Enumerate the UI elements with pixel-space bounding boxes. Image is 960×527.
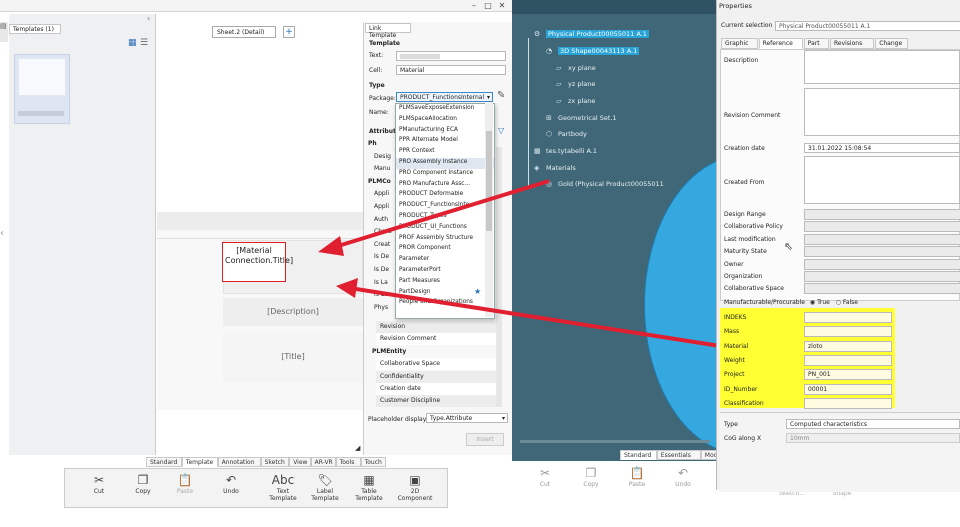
managed-attribute-row: Last modification <box>722 233 960 246</box>
custom-attribute-row: ID_Number 00001 <box>722 383 960 396</box>
created-from-field[interactable] <box>804 156 960 204</box>
arrow-material <box>337 179 550 248</box>
managed-attribute-row: Organization <box>722 271 960 283</box>
attribute-label: Last modification <box>724 235 776 243</box>
properties-tab[interactable]: Revisions <box>830 38 875 49</box>
current-selection-label: Current selection : <box>721 22 777 29</box>
properties-tabs: Graphic Reference Part Revisions Change <box>721 38 960 49</box>
creation-date-label: Creation date <box>724 145 765 152</box>
type-label: Type <box>724 421 738 428</box>
cog-label: CoG along X <box>724 435 762 442</box>
managed-attribute-row: Design Range <box>722 209 960 221</box>
attribute-value-redacted <box>804 233 960 245</box>
current-selection-value: Physical Product00055011 A.1 <box>775 21 960 31</box>
true-label: True <box>817 299 830 306</box>
custom-attribute-input[interactable] <box>804 312 892 323</box>
true-radio-icon[interactable]: ◉ <box>810 299 815 306</box>
created-from-label: Created From <box>724 179 765 186</box>
attribute-value-redacted <box>804 221 960 233</box>
cog-value: 10mm <box>786 433 960 443</box>
manufacturable-row: Manufacturable/Procurable ◉ True ○ False <box>724 299 858 306</box>
custom-attribute-label: Mass <box>724 328 740 336</box>
custom-attribute-input[interactable] <box>804 326 892 338</box>
custom-attribute-label: Weight <box>724 356 745 364</box>
custom-attribute-label: Classification <box>724 399 764 407</box>
custom-attribute-label: ID_Number <box>724 385 758 393</box>
properties-tab[interactable]: Change <box>875 38 908 49</box>
managed-attribute-row: Owner <box>722 258 960 271</box>
custom-attribute-row: Classification <box>722 397 960 410</box>
manufacturable-label: Manufacturable/Procurable <box>724 299 805 306</box>
arrow-title <box>355 287 721 348</box>
properties-title: Properties <box>719 2 752 10</box>
attribute-value-redacted <box>804 209 960 220</box>
attribute-value-redacted <box>804 271 960 282</box>
managed-attribute-row: Maturity State <box>722 246 960 258</box>
arrowhead-title <box>336 278 358 298</box>
arrowhead-material <box>318 236 344 256</box>
false-label: False <box>842 299 858 306</box>
mouse-cursor-icon: ⇖ <box>784 240 794 253</box>
revision-comment-label: Revision Comment <box>724 112 781 119</box>
description-label: Description <box>724 57 759 64</box>
custom-attribute-row: Weight <box>722 354 960 367</box>
attribute-label: Collaborative Space <box>724 285 784 293</box>
custom-attribute-input[interactable]: 00001 <box>804 383 892 395</box>
custom-attribute-input[interactable] <box>804 397 892 409</box>
attribute-label: Owner <box>724 260 744 268</box>
attribute-value-redacted <box>804 258 960 270</box>
attribute-value-redacted <box>804 246 960 258</box>
custom-attribute-label: Material <box>724 342 749 350</box>
properties-tab[interactable]: Graphic <box>721 38 758 49</box>
type-select[interactable]: Computed characteristics <box>786 419 960 429</box>
custom-attribute-input[interactable]: PN_001 <box>804 369 892 381</box>
managed-attribute-row: Collaborative Policy <box>722 221 960 233</box>
custom-attribute-input[interactable]: zloto <box>804 340 892 352</box>
attribute-label: Organization <box>724 273 763 280</box>
attribute-label: Collaborative Policy <box>724 223 783 231</box>
properties-tab[interactable]: Reference <box>758 38 803 49</box>
custom-attribute-label: INDEKS <box>724 314 747 321</box>
revision-comment-field[interactable] <box>804 88 960 136</box>
attribute-label: Design Range <box>724 211 766 218</box>
creation-date-value: 31.01.2022 15:08:54 <box>804 143 960 153</box>
custom-attribute-input[interactable] <box>804 354 892 366</box>
custom-attribute-row: Mass <box>722 326 960 338</box>
custom-attribute-row: INDEKS <box>722 312 960 324</box>
managed-attribute-row: Collaborative Space <box>722 283 960 295</box>
custom-attribute-row: Project PN_001 <box>722 369 960 381</box>
attribute-label: Maturity State <box>724 248 767 256</box>
custom-attribute-row: Material zloto <box>722 340 960 353</box>
attribute-value-redacted <box>804 283 960 295</box>
properties-tab[interactable]: Part <box>803 38 829 49</box>
custom-attribute-label: Project <box>724 371 745 379</box>
description-field[interactable] <box>804 50 960 84</box>
false-radio-icon[interactable]: ○ <box>836 299 841 306</box>
